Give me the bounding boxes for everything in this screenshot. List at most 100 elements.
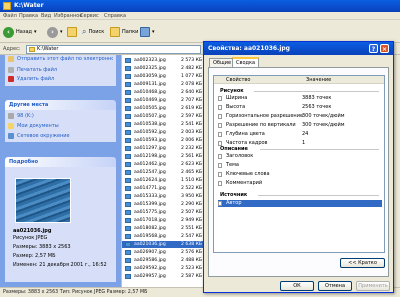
file-row[interactable]: aa029586.jpg 2 488 КБ [122,257,205,264]
menu-help[interactable]: Справка [104,13,126,19]
property-icon [218,105,222,110]
file-name: aa017018.jpg [134,218,166,223]
property-row[interactable]: Высота 2563 точек [218,104,382,111]
status-text: Размеры: 3883 x 2563 Тип: Рисунок JPEG Р… [3,290,148,295]
ok-button[interactable]: ОК [280,281,314,291]
task-email-file[interactable]: Отправить этот файл по электронной почте [8,56,113,62]
forward-arrow-icon: › [47,26,58,38]
file-name: aa015399.jpg [134,202,166,207]
file-size: 2 522 КБ [180,186,202,191]
section-image: Рисунок [220,88,244,94]
property-value: 3883 точек [302,95,332,101]
search-label: Поиск [88,29,105,35]
file-row[interactable]: aa010592.jpg 2 003 КБ [122,129,205,136]
file-row[interactable]: aa021036.jpg 2 638 КБ [122,241,205,248]
place-drive-k[interactable]: 98 (K:) [8,113,34,119]
explorer-title-bar[interactable]: K:\Water [0,0,400,12]
help-icon[interactable]: ? [369,44,378,53]
search-button[interactable]: ⌕ Поиск [82,25,104,39]
property-row[interactable]: Комментарий [218,180,382,187]
property-row[interactable]: Заголовок [218,153,382,160]
jpeg-file-icon [125,242,131,247]
file-row[interactable]: aa012462.jpg 2 623 КБ [122,161,205,168]
close-icon[interactable]: × [380,44,389,53]
apply-button[interactable]: Применить [356,281,390,291]
property-row[interactable]: Автор [218,200,382,207]
jpeg-file-icon [125,90,131,95]
file-row[interactable]: aa018082.jpg 2 551 КБ [122,225,205,232]
file-size: 2 623 КБ [180,162,202,167]
file-row[interactable]: aa010593.jpg 2 006 КБ [122,137,205,144]
file-row[interactable]: aa002325.jpg 2 482 КБ [122,65,205,72]
image-thumbnail [15,178,71,223]
property-row[interactable]: Ширина 3883 точек [218,95,382,102]
file-size: 2 619 КБ [180,106,202,111]
file-row[interactable]: aa012198.jpg 2 561 КБ [122,153,205,160]
property-row[interactable]: Ключевые слова [218,171,382,178]
file-row[interactable]: aa010468.jpg 2 640 КБ [122,89,205,96]
column-property[interactable]: Свойство [226,77,250,83]
file-row[interactable]: aa010507.jpg 2 597 КБ [122,113,205,120]
property-value: 2563 точек [302,104,332,110]
views-button[interactable]: ▾ [140,25,155,39]
dialog-title-bar[interactable]: Свойства: aa021036.jpg ? × [204,42,393,55]
folders-button[interactable]: Папки [110,25,138,39]
file-row[interactable]: aa026907.jpg 2 576 КБ [122,249,205,256]
back-button[interactable]: ‹ Назад ▾ [3,25,37,39]
forward-button[interactable]: › ▾ [47,25,63,39]
file-row[interactable]: aa017018.jpg 2 949 КБ [122,217,205,224]
menu-file[interactable]: Файл [3,13,17,19]
file-row[interactable]: aa002323.jpg 2 573 КБ [122,57,205,64]
task-print-file[interactable]: Печатать файл [8,67,57,73]
file-size: 2 573 КБ [180,58,202,63]
file-name: aa026907.jpg [134,250,166,255]
property-name: Заголовок [226,153,254,159]
file-size: 2 541 КБ [180,122,202,127]
file-row[interactable]: aa012547.jpg 2 465 КБ [122,169,205,176]
folder-up-icon [67,27,77,37]
column-value[interactable]: Значение [306,77,331,83]
menu-favorites[interactable]: Избранное [54,13,82,19]
file-row[interactable]: aa009131.jpg 2 078 КБ [122,81,205,88]
jpeg-file-icon [125,202,131,207]
details-header[interactable]: Подробно [5,157,116,167]
file-row[interactable]: aa015775.jpg 2 507 КБ [122,209,205,216]
other-places-header[interactable]: Другие места [5,100,116,110]
chevron-down-icon: ▾ [34,29,37,35]
chevron-down-icon: ▾ [152,29,155,35]
up-button[interactable] [67,25,77,39]
file-row[interactable]: aa014771.jpg 2 522 КБ [122,185,205,192]
file-row[interactable]: aa029957.jpg 2 587 КБ [122,273,205,280]
file-row[interactable]: aa010505.jpg 2 619 КБ [122,105,205,112]
file-row[interactable]: aa019568.jpg 2 547 КБ [122,233,205,240]
place-my-documents[interactable]: Мои документы [8,123,59,129]
cancel-button[interactable]: Отмена [318,281,352,291]
jpeg-file-icon [125,98,131,103]
file-row[interactable]: aa010469.jpg 2 707 КБ [122,97,205,104]
folder-icon [3,2,11,10]
file-row[interactable]: aa010538.jpg 2 541 КБ [122,121,205,128]
file-size: 2 488 КБ [180,258,202,263]
file-row[interactable]: aa015399.jpg 2 290 КБ [122,201,205,208]
brief-button[interactable]: << Кратко [340,258,385,268]
menu-edit[interactable]: Правка [19,13,38,19]
file-row[interactable]: aa003059.jpg 1 077 КБ [122,73,205,80]
folders-icon [110,27,120,37]
address-input[interactable]: K:\Water [26,45,201,54]
property-row[interactable]: Разрешение по вертикали 300 точек/дюйм [218,122,382,129]
property-row[interactable]: Горизонтальное разрешение 300 точек/дюйм [218,113,382,120]
property-row[interactable]: Глубина цвета 24 [218,131,382,138]
file-name: aa003059.jpg [134,74,166,79]
toolbar: ‹ Назад ▾ › ▾ ⌕ Поиск Папки ▾ [0,21,400,43]
file-row[interactable]: aa015333.jpg 3 950 КБ [122,193,205,200]
file-row[interactable]: aa012624.jpg 1 510 КБ [122,177,205,184]
property-icon [218,201,222,206]
property-row[interactable]: Тема [218,162,382,169]
task-delete-file[interactable]: Удалить файл [8,76,54,82]
menu-tools[interactable]: Сервис [80,13,99,19]
task-pane: Отправить этот файл по электронной почте… [0,55,121,287]
file-row[interactable]: aa029592.jpg 2 523 КБ [122,265,205,272]
menu-view[interactable]: Вид [41,13,51,19]
file-row[interactable]: aa011297.jpg 2 232 КБ [122,145,205,152]
place-network[interactable]: Сетевое окружение [8,133,70,139]
